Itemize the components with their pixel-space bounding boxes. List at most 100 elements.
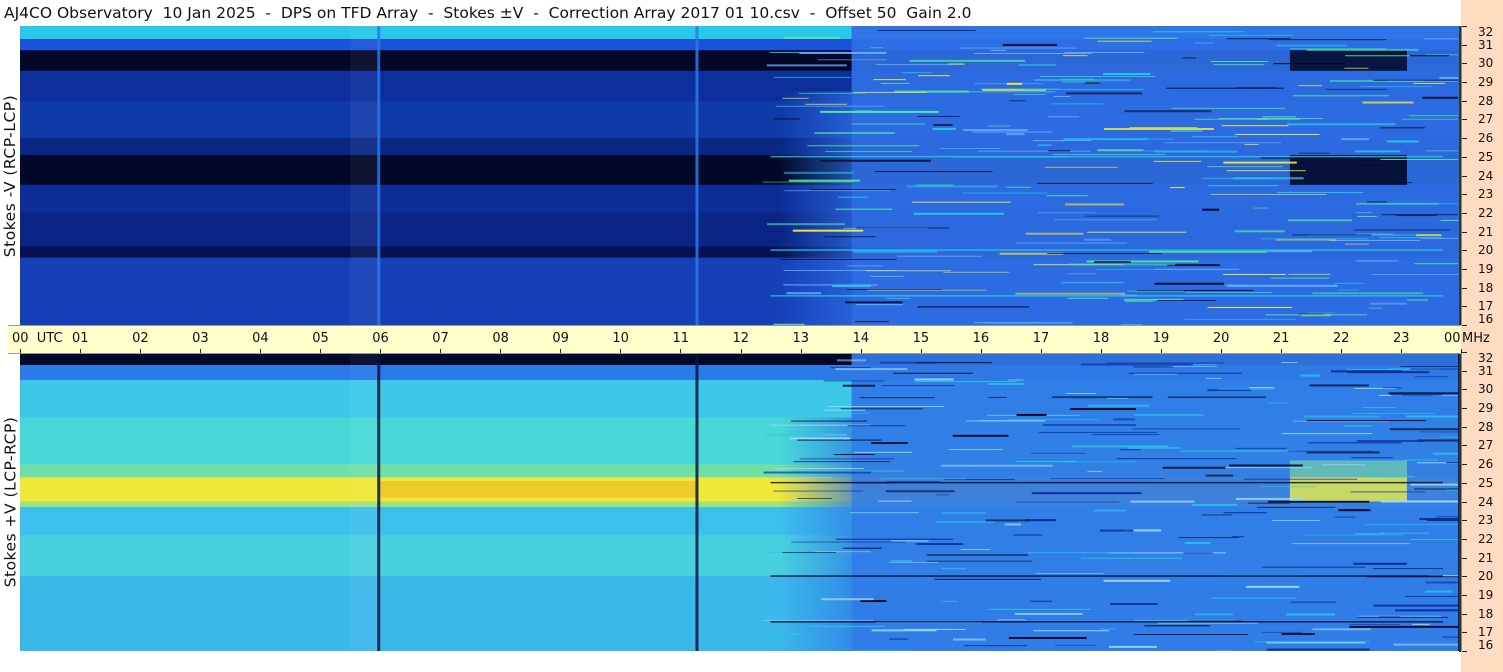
top-interference-streak [1097, 149, 1144, 152]
top-vertical-artifact-1 [695, 26, 699, 325]
top-interference-streak [832, 285, 872, 288]
bottom-interference-streak [987, 383, 1025, 386]
top-interference-streak [1097, 40, 1152, 42]
top-interference-streak [824, 236, 876, 238]
top-interference-streak [965, 91, 1056, 93]
bottom-interference-streak [1414, 376, 1449, 378]
top-interference-streak [853, 91, 927, 93]
bottom-interference-streak [889, 561, 939, 563]
bottom-interference-streak [1412, 623, 1430, 625]
top-interference-streak [1164, 142, 1281, 144]
bottom-interference-streak [1257, 506, 1336, 508]
bottom-vertical-artifact-1 [695, 352, 699, 651]
bottom-interference-streak [1321, 464, 1366, 466]
top-interference-streak [1368, 307, 1383, 309]
bottom-interference-streak [1308, 442, 1402, 444]
top-interference-streak [1276, 44, 1348, 47]
bottom-interference-streak [1291, 543, 1410, 545]
bottom-interference-streak [1070, 408, 1136, 411]
top-freq-label: 17 [1478, 299, 1494, 314]
bottom-interference-line-2 [770, 621, 1443, 623]
bottom-evening-band-1 [1289, 460, 1407, 478]
top-interference-streak [1409, 115, 1461, 117]
top-interference-streak [1253, 207, 1269, 209]
bottom-interference-streak [1410, 483, 1461, 486]
bottom-interference-streak [1051, 396, 1153, 399]
bottom-freq-tick [1462, 445, 1467, 447]
bottom-interference-streak [1425, 590, 1453, 593]
top-freq-label: 22 [1478, 205, 1494, 220]
time-tick [560, 349, 562, 353]
top-freq-label: 32 [1478, 25, 1494, 39]
bottom-interference-streak [782, 552, 836, 554]
bottom-interference-streak [1016, 413, 1047, 416]
top-interference-streak [1440, 219, 1461, 221]
top-interference-streak [1354, 229, 1450, 231]
time-tick [1461, 349, 1462, 353]
top-interference-streak [971, 131, 1053, 133]
time-tick [1400, 349, 1402, 353]
top-interference-streak [851, 123, 926, 125]
top-interference-streak [1379, 237, 1443, 239]
bottom-interference-streak [1094, 509, 1127, 512]
top-interference-streak [1340, 138, 1369, 141]
top-interference-streak [1052, 153, 1166, 155]
bottom-interference-streak [934, 578, 1042, 580]
top-interference-streak [1005, 186, 1032, 188]
top-interference-streak [845, 301, 903, 304]
top-freq-tick [1462, 175, 1467, 177]
bottom-interference-streak [1013, 534, 1043, 536]
bottom-interference-streak [1334, 516, 1356, 518]
bottom-interference-streak [1244, 478, 1358, 480]
top-interference-streak [762, 181, 854, 183]
top-interference-streak [1084, 238, 1111, 241]
top-interference-streak [1066, 92, 1142, 95]
top-interference-line-1 [770, 249, 1443, 251]
top-interference-streak [809, 189, 896, 191]
time-tick-label: 02 [132, 331, 149, 346]
bottom-interference-streak [1133, 633, 1248, 635]
bottom-interference-streak [860, 600, 887, 603]
top-interference-streak [875, 64, 953, 66]
bottom-interference-streak [1373, 604, 1461, 607]
top-interference-streak [1223, 273, 1286, 275]
bottom-interference-streak [1134, 373, 1177, 375]
top-interference-streak [1268, 39, 1387, 41]
top-interference-streak [1426, 54, 1461, 56]
top-interference-streak [870, 275, 904, 277]
bottom-interference-streak [1405, 415, 1461, 418]
bottom-interference-streak [842, 384, 876, 387]
bottom-interference-streak [1113, 418, 1136, 421]
bottom-interference-streak [936, 494, 949, 496]
top-interference-streak [1276, 191, 1363, 193]
top-interference-streak [1367, 201, 1387, 203]
bottom-interference-streak [1390, 394, 1443, 396]
time-tick-label: 14 [852, 331, 870, 346]
bottom-vertical-glow [350, 352, 378, 651]
time-tick [380, 349, 382, 353]
bottom-interference-streak [941, 568, 966, 570]
bottom-interference-streak [1206, 377, 1222, 379]
bottom-interference-streak [1110, 603, 1158, 606]
top-interference-streak [873, 79, 906, 81]
bottom-interference-streak [840, 408, 924, 410]
top-freq-label: 18 [1478, 280, 1494, 295]
time-tick-label: 06 [372, 331, 389, 346]
bottom-interference-streak [1380, 532, 1430, 534]
time-tick-label: 19 [1152, 331, 1170, 346]
bottom-interference-streak [1405, 595, 1461, 597]
bottom-interference-streak [1178, 537, 1240, 539]
bottom-interference-streak [1004, 523, 1021, 526]
bottom-interference-streak [1080, 363, 1194, 366]
top-interference-streak [1288, 273, 1331, 275]
bottom-interference-streak [814, 551, 872, 553]
top-freq-label: 28 [1478, 93, 1494, 108]
bottom-interference-streak [1016, 501, 1120, 503]
top-interference-streak [1356, 260, 1399, 262]
bottom-interference-streak [941, 464, 1053, 467]
top-interference-streak [1352, 164, 1396, 166]
top-interference-streak [1312, 292, 1424, 295]
top-interference-streak [1276, 239, 1337, 241]
bottom-interference-streak [1303, 415, 1381, 418]
top-interference-streak [1103, 127, 1214, 130]
